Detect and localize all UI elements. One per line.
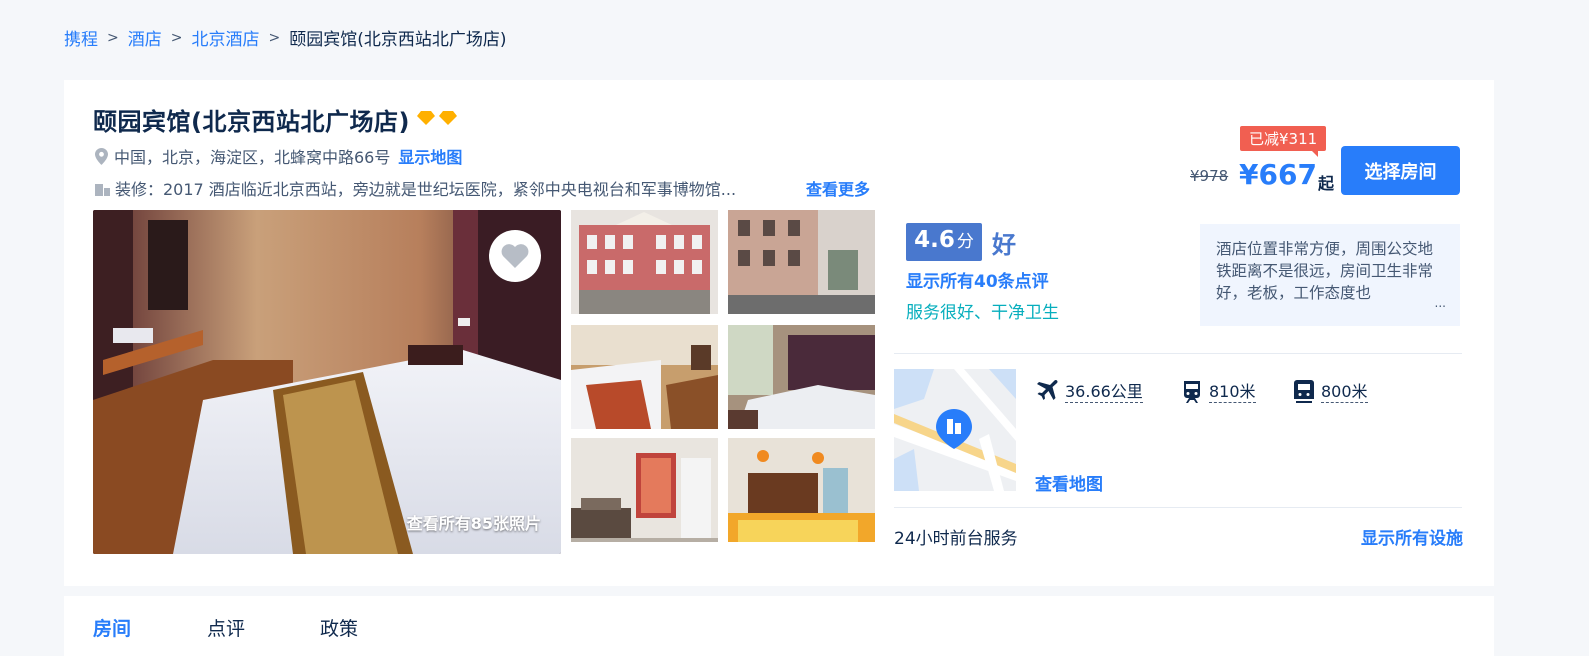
divider	[894, 353, 1462, 354]
description-text: 装修：2017 酒店临近北京西站，旁边就是世纪坛医院，紧邻中央电视台和军事博物馆…	[115, 180, 737, 199]
distance-train: 810米	[1181, 378, 1256, 403]
tab-policies[interactable]: 政策	[320, 614, 358, 641]
current-price: ¥667	[1239, 158, 1317, 191]
airport-distance-value[interactable]: 36.66公里	[1065, 378, 1143, 403]
review-tags: 服务很好、干净卫生	[906, 303, 1059, 323]
street-photo-image	[728, 210, 875, 314]
metro-distance-value[interactable]: 800米	[1321, 378, 1368, 403]
original-price: ¥978	[1190, 167, 1229, 185]
main-room-photo[interactable]: 查看所有85张照片	[93, 210, 561, 554]
review-more-ellipsis[interactable]: ...	[1428, 292, 1446, 314]
photo-thumbnail-lobby[interactable]	[571, 438, 718, 542]
train-distance-value[interactable]: 810米	[1209, 378, 1256, 403]
show-map-link[interactable]: 显示地图	[398, 144, 462, 168]
breadcrumb: 携程 > 酒店 > 北京酒店 > 颐园宾馆(北京西站北广场店)	[64, 25, 507, 51]
facility-highlight: 24小时前台服务	[894, 529, 1018, 549]
hotel-description: 装修：2017 酒店临近北京西站，旁边就是世纪坛医院，紧邻中央电视台和军事博物馆…	[95, 176, 885, 200]
metro-icon	[1294, 379, 1314, 403]
diamond-icon	[417, 111, 435, 125]
review-excerpt-text: 酒店位置非常方便，周围公交地铁距离不是很远，房间卫生非常好，老板，工作态度也	[1216, 240, 1434, 302]
score-badge: 4.6 分	[906, 223, 982, 261]
heart-icon	[501, 244, 529, 268]
twin-room-photo-image	[571, 325, 718, 429]
view-all-photos-link[interactable]: 查看所有85张照片	[407, 510, 541, 534]
show-all-facilities-link[interactable]: 显示所有设施	[1361, 524, 1463, 549]
see-more-link[interactable]: 查看更多	[806, 176, 870, 200]
reception-photo-image	[728, 438, 875, 542]
discount-badge: 已减¥311	[1240, 126, 1327, 157]
breadcrumb-link-hotels[interactable]: 酒店	[128, 25, 162, 50]
photo-thumbnail-reception[interactable]	[728, 438, 875, 542]
review-excerpt-bubble[interactable]: 酒店位置非常方便，周围公交地铁距离不是很远，房间卫生非常好，老板，工作态度也 .…	[1200, 224, 1460, 326]
tab-rooms[interactable]: 房间	[93, 614, 131, 641]
hotel-address: 中国，北京，海淀区，北蜂窝中路66号 显示地图	[95, 144, 462, 168]
favorite-button[interactable]	[489, 230, 541, 282]
photo-thumbnail-street[interactable]	[728, 210, 875, 314]
diamond-rating	[417, 111, 457, 125]
breadcrumb-link-beijing-hotels[interactable]: 北京酒店	[191, 25, 259, 50]
divider	[894, 507, 1462, 508]
distance-metro: 800米	[1293, 378, 1368, 403]
map-thumbnail-image	[894, 369, 1016, 491]
score-value: 4.6	[914, 227, 955, 253]
view-map-link[interactable]: 查看地图	[1035, 470, 1103, 495]
diamond-icon	[439, 111, 457, 125]
section-tabs: 房间 点评 政策	[64, 596, 1494, 656]
hotel-summary-card: 颐园宾馆(北京西站北广场店) 中国，北京，海淀区，北蜂窝中路66号 显示地图 装…	[64, 80, 1494, 586]
photo-thumbnail-exterior[interactable]	[571, 210, 718, 314]
price-suffix: 起	[1318, 174, 1335, 193]
score-unit: 分	[956, 232, 974, 252]
show-all-reviews-link[interactable]: 显示所有40条点评	[906, 267, 1049, 292]
tab-reviews[interactable]: 点评	[207, 614, 245, 641]
airplane-icon	[1037, 379, 1058, 400]
hotel-name: 颐园宾馆(北京西站北广场店)	[93, 108, 410, 136]
score-word: 好	[992, 231, 1016, 259]
distance-airport: 36.66公里	[1035, 378, 1143, 403]
select-room-button[interactable]: 选择房间	[1341, 146, 1460, 195]
breadcrumb-link-ctrip[interactable]: 携程	[64, 25, 98, 50]
chevron-right-icon: >	[170, 29, 183, 46]
mini-map[interactable]	[894, 369, 1016, 491]
exterior-photo-image	[571, 210, 718, 314]
room-purple-photo-image	[728, 325, 875, 429]
chevron-right-icon: >	[268, 29, 281, 46]
photo-thumbnail-room-purple[interactable]	[728, 325, 875, 429]
address-text: 中国，北京，海淀区，北蜂窝中路66号	[114, 148, 391, 167]
train-icon	[1184, 380, 1200, 403]
breadcrumb-current: 颐园宾馆(北京西站北广场店)	[289, 30, 507, 50]
location-pin-icon	[95, 147, 108, 165]
photo-thumbnail-room-twin[interactable]	[571, 325, 718, 429]
chevron-right-icon: >	[107, 29, 119, 46]
lobby-photo-image	[571, 438, 718, 542]
building-icon	[95, 183, 110, 196]
